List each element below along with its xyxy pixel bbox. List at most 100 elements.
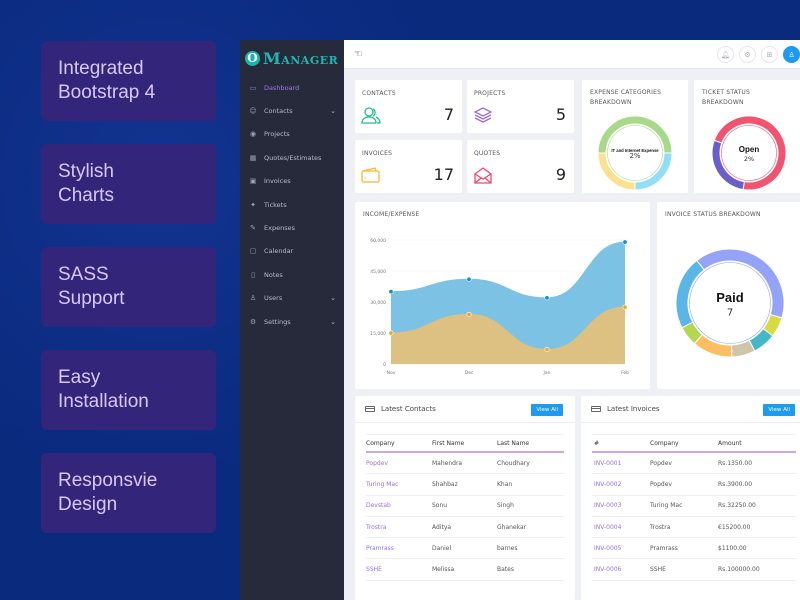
row-link[interactable]: Devstab	[366, 502, 432, 509]
stat-value: 17	[433, 165, 454, 184]
grid-icon: ▦	[249, 153, 257, 162]
data-point-expense[interactable]	[466, 311, 472, 317]
users-icon	[361, 107, 381, 124]
invoice-status-card: INVOICE STATUS BREAKDOWN Paid 7	[657, 202, 800, 389]
table-row[interactable]: INV-0005 Pramrass $1100.00	[592, 538, 796, 560]
table-row[interactable]: Popdev Mahendra Choudhary	[366, 453, 564, 475]
gear-icon: ⚙	[249, 317, 257, 326]
sidebar-item-label: Projects	[264, 130, 290, 139]
sidebar-item-label: Users	[264, 294, 283, 303]
gear-icon[interactable]: ⚙	[739, 46, 756, 63]
sidebar-item-label: Quotes/Estimates	[264, 153, 322, 162]
table-row[interactable]: INV-0001 Popdev Rs.1350.00	[592, 453, 796, 475]
row-link[interactable]: INV-0006	[592, 566, 650, 573]
sidebar-item-label: Contacts	[264, 107, 293, 116]
sidebar-item-label: Tickets	[264, 200, 287, 209]
card-icon	[591, 406, 601, 412]
sidebar-item-users[interactable]: ♙ Users ⌄	[240, 287, 344, 310]
sidebar-item-label: Invoices	[264, 177, 291, 186]
feature-badge: SASS Support	[41, 247, 216, 327]
sidebar-item-projects[interactable]: ◉ Projects	[240, 123, 344, 146]
data-point-expense[interactable]	[544, 347, 550, 353]
x-tick-label: Feb	[621, 370, 629, 376]
row-link[interactable]: INV-0002	[592, 481, 650, 488]
sidebar-item-contacts[interactable]: ☺ Contacts ⌄	[240, 99, 344, 122]
apps-icon[interactable]: ⊞	[761, 46, 778, 63]
sidebar-item-notes[interactable]: ▯ Notes	[240, 263, 344, 286]
sidebar-item-label: Settings	[264, 317, 291, 326]
table-row[interactable]: INV-0006 SSHE Rs.100000.00	[592, 559, 796, 581]
donut-center-value: 2%	[744, 155, 754, 163]
row-link[interactable]: Turing Mac	[366, 481, 432, 488]
notes-icon: ▯	[251, 270, 255, 279]
income-expense-card: INCOME/EXPENSE 0 15,000 30,000 45,000 60,000…	[355, 202, 650, 389]
pencil-icon: ✎	[250, 224, 256, 233]
stat-card-quotes[interactable]: QUOTES 9	[467, 140, 574, 193]
table-row[interactable]: Turing Mac Shahbaz Khan	[366, 474, 564, 496]
layers-icon	[473, 107, 493, 123]
stat-card-projects[interactable]: PROJECTS 5	[467, 80, 574, 133]
sidebar-item-calendar[interactable]: ▢ Calendar	[240, 240, 344, 263]
row-link[interactable]: Popdev	[366, 460, 432, 467]
sidebar-item-dashboard[interactable]: ▭ Dashboard	[240, 76, 344, 99]
data-point-income[interactable]	[544, 295, 550, 301]
ticket-status-card: TICKET STATUS BREAKDOWN Open 2%	[694, 80, 800, 193]
view-all-contacts-button[interactable]: View All	[531, 404, 563, 416]
data-point-income[interactable]	[622, 239, 628, 245]
column-header[interactable]: First Name	[432, 440, 497, 447]
envelope-open-icon	[474, 167, 492, 184]
stat-label: QUOTES	[474, 150, 501, 157]
sidebar-item-expenses[interactable]: ✎ Expenses	[240, 216, 344, 239]
stat-label: INVOICES	[362, 150, 393, 157]
menu-toggle-icon[interactable]: ☜	[354, 49, 363, 60]
stat-card-invoices[interactable]: INVOICES 17	[355, 140, 462, 193]
row-link[interactable]: INV-0004	[592, 524, 650, 531]
column-header[interactable]: Amount	[718, 440, 796, 447]
table-row[interactable]: INV-0003 Turing Mac Rs.32250.00	[592, 496, 796, 517]
panel-title: Latest Contacts	[381, 405, 436, 413]
invoice-icon: ▣	[249, 177, 257, 186]
database-icon: ◉	[249, 130, 257, 139]
donut-segment[interactable]	[675, 259, 705, 329]
sidebar-item-settings[interactable]: ⚙ Settings ⌄	[240, 310, 344, 333]
row-link[interactable]: Trostra	[366, 524, 432, 531]
cell: Sonu	[432, 502, 448, 510]
feature-badge: Integrated Bootstrap 4	[41, 41, 216, 121]
column-header[interactable]: #	[592, 440, 650, 447]
feature-badge: Stylish Charts	[41, 144, 216, 224]
table-row[interactable]: SSHE Melissa Bates	[366, 559, 564, 581]
sidebar-item-quotes-estimates[interactable]: ▦ Quotes/Estimates	[240, 146, 344, 169]
row-link[interactable]: SSHE	[366, 566, 432, 573]
data-point-income[interactable]	[466, 276, 472, 282]
column-header[interactable]: Company	[650, 440, 718, 447]
donut-segment[interactable]	[696, 248, 785, 319]
bell-icon[interactable]: 🔔︎	[717, 46, 734, 63]
table-row[interactable]: INV-0004 Trostra €15200.00	[592, 517, 796, 539]
stat-value: 5	[555, 105, 566, 124]
cell: Daniel	[432, 544, 452, 552]
logo[interactable]: O Manager	[240, 40, 344, 76]
table-row[interactable]: Pramrass Daniel barnes	[366, 538, 564, 560]
stat-label: CONTACTS	[362, 90, 396, 97]
row-link[interactable]: INV-0003	[592, 502, 650, 509]
data-point-expense[interactable]	[388, 330, 394, 336]
data-point-income[interactable]	[388, 289, 394, 295]
row-link[interactable]: INV-0001	[592, 460, 650, 467]
row-link[interactable]: INV-0005	[592, 545, 650, 552]
table-row[interactable]: INV-0002 Popdev Rs.3900.00	[592, 474, 796, 496]
cell: Singh	[497, 502, 514, 510]
column-header[interactable]: Last Name	[497, 440, 564, 447]
user-avatar-icon[interactable]: ♙	[783, 46, 800, 63]
table-row[interactable]: Devstab Sonu Singh	[366, 496, 564, 517]
stat-card-contacts[interactable]: CONTACTS 7	[355, 80, 462, 133]
sidebar-item-invoices[interactable]: ▣ Invoices	[240, 170, 344, 193]
column-header[interactable]: Company	[366, 440, 432, 447]
view-all-invoices-button[interactable]: View All	[763, 404, 795, 416]
cell: Rs.100000.00	[718, 566, 760, 574]
panel-header: Latest Contacts View All	[355, 396, 575, 423]
row-link[interactable]: Pramrass	[366, 545, 432, 552]
sidebar-item-tickets[interactable]: ✦ Tickets	[240, 193, 344, 216]
table-row[interactable]: Trostra Aditya Ghanekar	[366, 517, 564, 539]
data-point-expense[interactable]	[622, 304, 628, 310]
y-tick-label: 0	[383, 362, 386, 368]
